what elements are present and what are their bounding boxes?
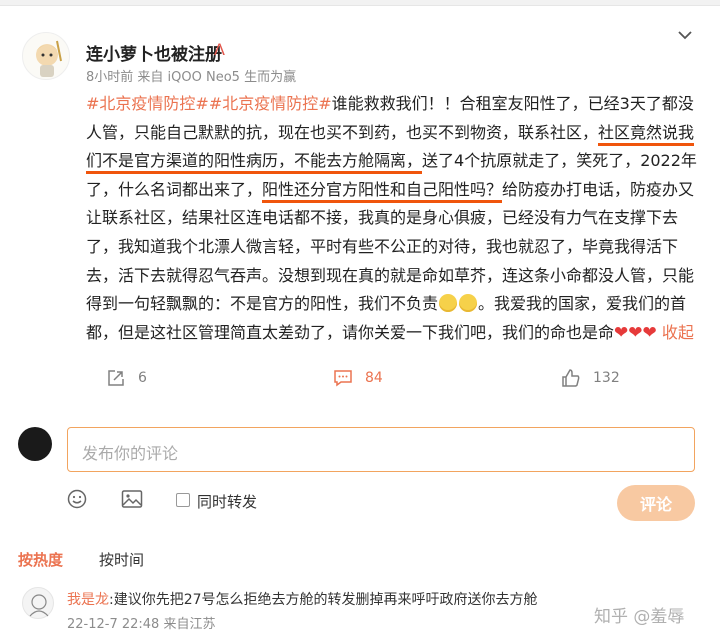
comment-count: 84 bbox=[365, 370, 383, 386]
hashtag-link[interactable]: #北京疫情防控# bbox=[86, 94, 209, 113]
post-meta: 8小时前 来自 iQOO Neo5 生而为赢 bbox=[86, 66, 296, 85]
comment-location: 来自江苏 bbox=[163, 617, 216, 632]
cartoon-avatar-icon bbox=[36, 40, 62, 77]
submit-comment-button[interactable]: 评论 bbox=[617, 485, 695, 521]
hashtag-link[interactable]: #北京疫情防控# bbox=[209, 94, 332, 113]
author-name[interactable]: 连小萝卜也被注册 bbox=[86, 40, 222, 65]
emoji-icon bbox=[67, 489, 87, 509]
sort-by-hot-tab[interactable]: 按热度 bbox=[18, 549, 63, 570]
repost-count: 6 bbox=[138, 370, 147, 386]
comment-button[interactable]: 84 bbox=[333, 368, 383, 388]
comment-input[interactable]: 发布你的评论 bbox=[67, 427, 695, 472]
heart-emoji-icon: ❤❤❤ bbox=[614, 322, 657, 343]
image-button[interactable] bbox=[121, 489, 143, 513]
post-time[interactable]: 8小时前 bbox=[86, 70, 133, 85]
post-body: #北京疫情防控##北京疫情防控#谁能救救我们！！合租室友阳性了，已经3天了都没人… bbox=[86, 90, 698, 347]
comment-time: 22-12-7 22:48 bbox=[67, 617, 160, 632]
like-button[interactable]: 132 bbox=[561, 368, 620, 388]
sketch-avatar-icon bbox=[29, 594, 49, 617]
repost-button[interactable]: 6 bbox=[106, 368, 147, 388]
share-icon bbox=[108, 370, 124, 386]
my-avatar bbox=[18, 427, 52, 461]
top-divider bbox=[0, 0, 720, 6]
comment-meta: 22-12-7 22:48 来自江苏 bbox=[67, 613, 216, 632]
watermark: 知乎 @羞辱 bbox=[594, 607, 685, 627]
comment-username[interactable]: 我是龙 bbox=[67, 592, 109, 608]
chevron-down-icon[interactable] bbox=[676, 26, 694, 44]
comment-icon bbox=[334, 370, 352, 387]
commenter-avatar[interactable] bbox=[22, 587, 54, 619]
repost-checkbox[interactable] bbox=[176, 493, 190, 507]
sort-by-time-tab[interactable]: 按时间 bbox=[99, 549, 144, 570]
smile-emoji-icon bbox=[459, 294, 478, 313]
highlighted-text: 阳性还分官方阳性和自己阳性吗？ bbox=[262, 179, 503, 203]
like-count: 132 bbox=[593, 370, 620, 386]
emoji-button[interactable] bbox=[67, 489, 87, 513]
author-avatar[interactable] bbox=[22, 32, 70, 80]
comment-item: 我是龙:建议你先把27号怎么拒绝去方舱的转发删掉再来呼吁政府送你去方舱 bbox=[67, 589, 587, 609]
post-actions: 6 84 132 bbox=[0, 368, 720, 398]
collapse-link[interactable]: 收起 bbox=[662, 323, 694, 342]
image-icon bbox=[121, 490, 143, 508]
vip-badge-icon: Λ bbox=[214, 40, 225, 59]
repost-checkbox-label[interactable]: 同时转发 bbox=[197, 491, 257, 512]
comment-text: :建议你先把27号怎么拒绝去方舱的转发删掉再来呼吁政府送你去方舱 bbox=[109, 592, 538, 608]
post-source: 来自 iQOO Neo5 生而为赢 bbox=[137, 70, 297, 85]
smile-emoji-icon bbox=[439, 294, 458, 313]
thumbs-up-icon bbox=[562, 369, 580, 387]
